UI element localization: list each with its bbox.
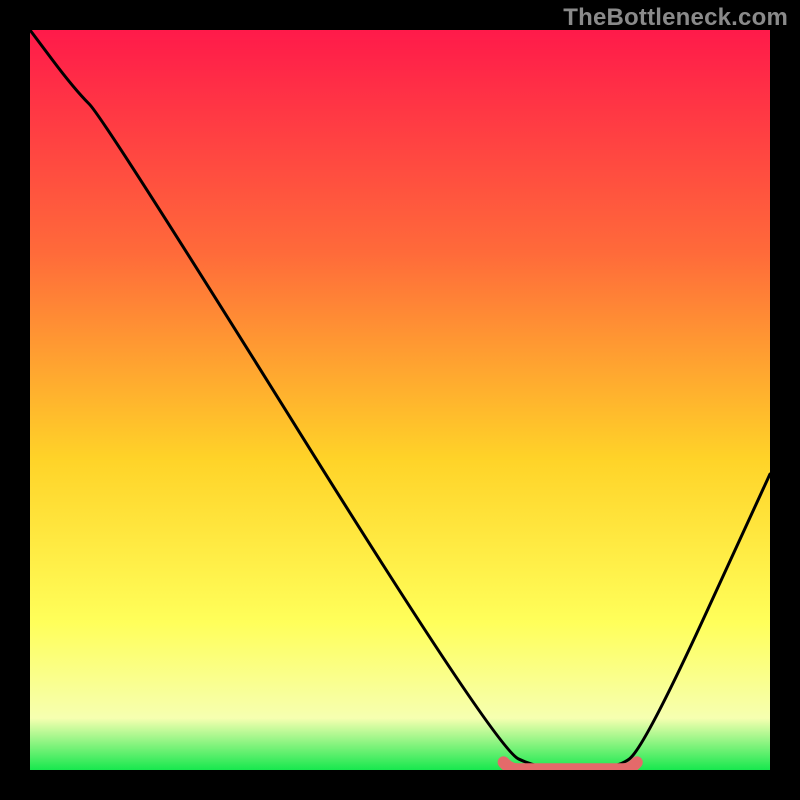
watermark-text: TheBottleneck.com — [563, 4, 788, 32]
gradient-background — [30, 30, 770, 770]
flat-bottom-segment — [504, 762, 637, 769]
chart-outer-frame: TheBottleneck.com — [0, 0, 800, 800]
plot-area — [30, 30, 770, 770]
chart-svg — [30, 30, 770, 770]
